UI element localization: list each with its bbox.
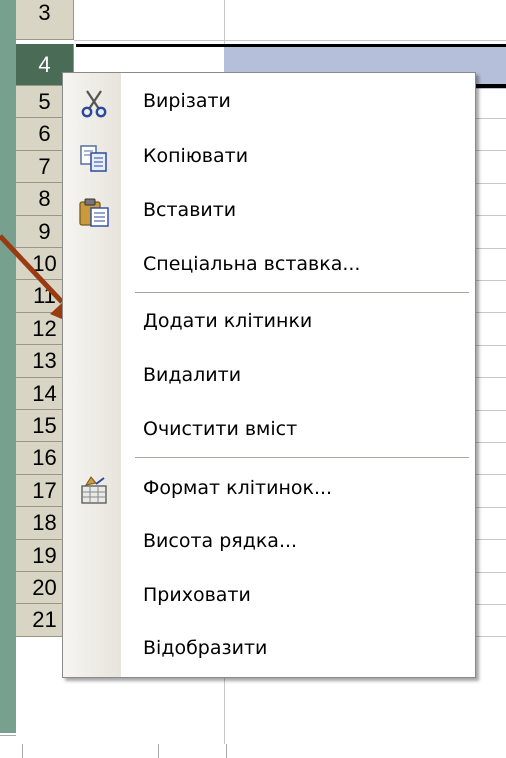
menu-item-paste[interactable]: Вставити: [63, 185, 475, 239]
menu-item-label: Додати клітинки: [143, 310, 313, 332]
menu-item-label: Висота рядка...: [143, 530, 298, 552]
row-header-3[interactable]: 3: [16, 0, 74, 40]
menu-item-label: Копіювати: [143, 145, 249, 167]
menu-item-copy[interactable]: Копіювати: [63, 131, 475, 185]
menu-item-label: Вирізати: [143, 90, 231, 112]
menu-item-insert-cells[interactable]: Додати клітинки: [63, 296, 475, 350]
menu-item-format-cells[interactable]: Формат клітинок...: [63, 463, 475, 517]
menu-item-clear-contents[interactable]: Очистити вміст: [63, 404, 475, 458]
menu-item-label: Вставити: [143, 199, 237, 221]
menu-item-label: Спеціальна вставка...: [143, 253, 361, 275]
scissors-icon: [77, 87, 111, 119]
menu-item-label: Видалити: [143, 364, 242, 386]
menu-item-paste-special[interactable]: Спеціальна вставка...: [63, 239, 475, 293]
menu-item-cut[interactable]: Вирізати: [63, 76, 475, 130]
menu-item-label: Формат клітинок...: [143, 477, 333, 499]
menu-item-label: Відобразити: [143, 637, 268, 659]
menu-item-label: Приховати: [143, 584, 251, 606]
copy-icon: [77, 142, 111, 174]
menu-item-unhide[interactable]: Відобразити: [63, 623, 475, 677]
format-cells-icon: [77, 474, 111, 506]
grid-line: [74, 40, 506, 41]
menu-item-label: Очистити вміст: [143, 418, 298, 440]
menu-item-delete[interactable]: Видалити: [63, 350, 475, 404]
paste-icon: [77, 196, 111, 228]
menu-item-row-height[interactable]: Висота рядка...: [63, 516, 475, 570]
context-menu: Вирізати Копіювати Вставити Спеціальна вста…: [62, 72, 476, 678]
menu-separator: [135, 457, 469, 458]
menu-separator: [135, 292, 469, 293]
menu-item-hide[interactable]: Приховати: [63, 570, 475, 624]
